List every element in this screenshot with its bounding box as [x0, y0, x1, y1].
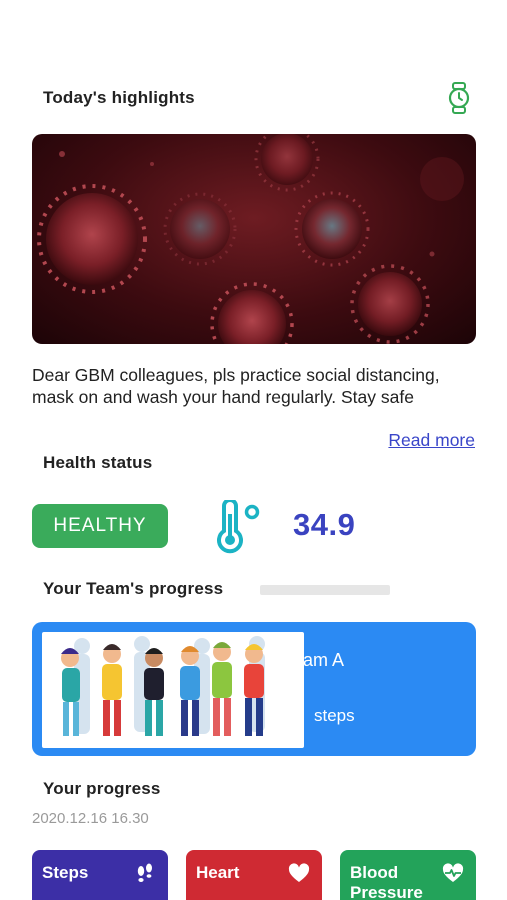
team-steps-label: steps: [314, 706, 355, 725]
steps-tile[interactable]: Steps: [32, 850, 168, 900]
smartwatch-icon[interactable]: [445, 82, 473, 114]
health-status-badge[interactable]: HEALTHY: [32, 504, 168, 548]
read-more-link[interactable]: Read more: [388, 430, 475, 451]
heart-icon: [288, 863, 310, 882]
heart-pulse-icon: [442, 863, 464, 882]
thermometer-icon: [217, 500, 260, 554]
steps-tile-label: Steps: [42, 863, 89, 882]
footsteps-icon: [137, 863, 152, 882]
team-steps-value: 0: [284, 692, 301, 725]
progress-timestamp: 2020.12.16 16.30: [32, 810, 149, 827]
team-progress-bar: [260, 585, 390, 595]
highlight-banner-image[interactable]: [32, 134, 476, 344]
team-progress-title: Your Team's progress: [43, 579, 224, 598]
virus-illustration: [37, 134, 464, 344]
team-illustration: [42, 632, 304, 748]
blood-pressure-tile[interactable]: Blood Pressure: [340, 850, 476, 900]
highlights-title: Today's highlights: [43, 88, 195, 107]
your-progress-title: Your progress: [43, 779, 161, 798]
heart-tile[interactable]: Heart: [186, 850, 322, 900]
heart-tile-label: Heart: [196, 863, 240, 882]
announcement-text: Dear GBM colleagues, pls practice social…: [32, 365, 440, 407]
blood-pressure-tile-label: Blood Pressure: [350, 863, 423, 900]
temperature-value: 34.9: [293, 507, 356, 542]
team-name: Team A: [284, 650, 345, 670]
team-card[interactable]: Team A 0 steps: [32, 622, 476, 756]
health-status-title: Health status: [43, 453, 153, 472]
